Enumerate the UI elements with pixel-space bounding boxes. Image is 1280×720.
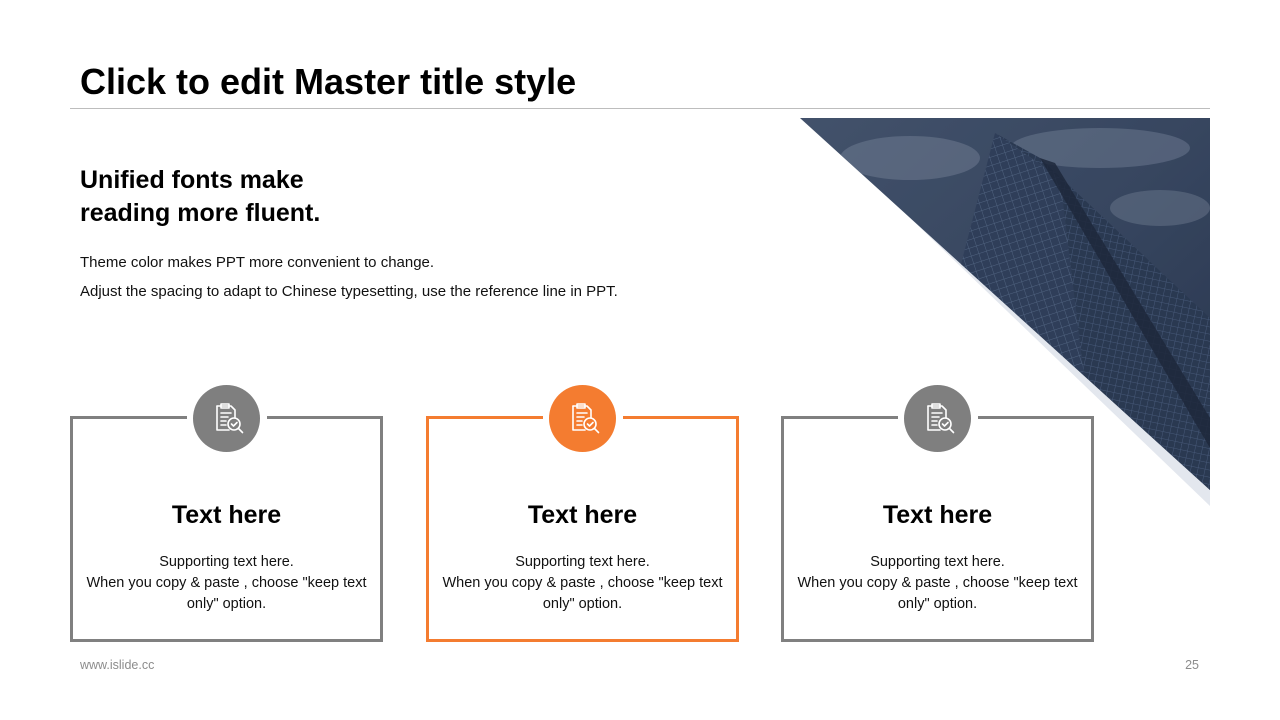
body-line-2: Adjust the spacing to adapt to Chinese t…: [80, 283, 618, 300]
card-text-line-2: When you copy & paste , choose "keep tex…: [797, 575, 1078, 612]
card-text-line-1: Supporting text here.: [515, 554, 650, 570]
document-check-search-icon: [904, 384, 971, 452]
document-check-search-icon: [193, 384, 260, 452]
card-text-line-1: Supporting text here.: [159, 554, 294, 570]
card-title: Text here: [527, 501, 638, 529]
card-text: Supporting text here. When you copy & pa…: [83, 552, 370, 615]
card-icon-wrapper: [897, 383, 978, 453]
page-number: 25: [1185, 658, 1199, 672]
feature-card-2: Text here Supporting text here. When you…: [426, 383, 739, 642]
card-text: Supporting text here. When you copy & pa…: [794, 552, 1081, 615]
card-text-line-1: Supporting text here.: [870, 554, 1005, 570]
card-icon-wrapper: [186, 383, 267, 453]
title-divider: [70, 108, 1210, 109]
card-text-line-2: When you copy & paste , choose "keep tex…: [86, 575, 367, 612]
card-text-line-2: When you copy & paste , choose "keep tex…: [442, 575, 723, 612]
body-text: Theme color makes PPT more convenient to…: [80, 248, 620, 306]
card-title: Text here: [882, 501, 993, 529]
card-text: Supporting text here. When you copy & pa…: [439, 552, 726, 615]
feature-card-3: Text here Supporting text here. When you…: [781, 383, 1094, 642]
headline-line-1: Unified fonts make: [80, 166, 304, 194]
card-icon-wrapper: [542, 383, 623, 453]
document-check-search-icon: [549, 384, 616, 452]
headline-line-2: reading more fluent.: [80, 199, 321, 227]
headline: Unified fonts make reading more fluent.: [80, 164, 410, 230]
footer-url: www.islide.cc: [80, 658, 155, 672]
slide-title: Click to edit Master title style: [80, 61, 577, 102]
feature-card-1: Text here Supporting text here. When you…: [70, 383, 383, 642]
body-line-1: Theme color makes PPT more convenient to…: [80, 254, 435, 271]
card-title: Text here: [171, 501, 282, 529]
